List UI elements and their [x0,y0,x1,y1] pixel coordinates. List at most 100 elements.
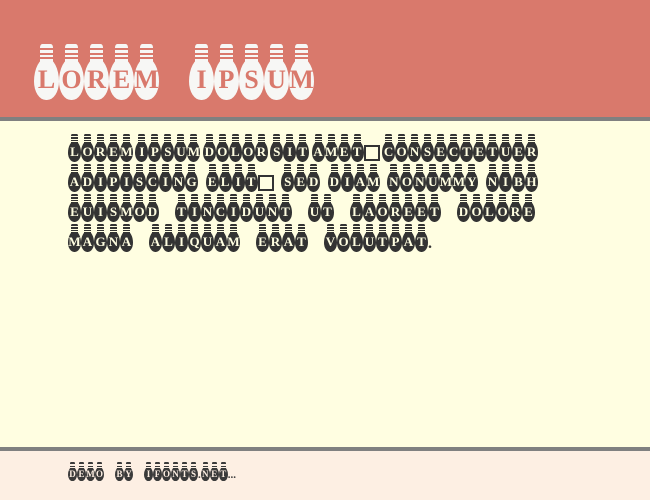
lightbulb-letter-glyph: R [94,134,107,162]
lightbulb-letter-glyph: E [402,194,415,222]
bulb-screw-cap [84,194,91,204]
lightbulb-letter-glyph: T [295,224,308,252]
bulb-letter: U [428,174,438,189]
bulb-screw-cap [282,194,289,204]
bulb-letter: O [162,469,170,479]
bulb-screw-cap [208,164,216,174]
bulb-screw-cap [311,194,318,204]
bulb-screw-cap [123,194,130,204]
bulb-letter: S [273,144,281,159]
bulb-letter: I [196,65,207,94]
bulb-letter: G [95,234,106,249]
bulb-letter: R [510,204,521,219]
lightbulb-letter-glyph: R [509,194,522,222]
bulb-word: LOREM [34,44,159,100]
bulb-letter: A [82,234,93,249]
lightbulb-letter-glyph: U [253,194,266,222]
lightbulb-letter-glyph: I [498,164,512,192]
bulb-screw-cap [298,224,305,234]
bulb-word: VOLUTPAT. [324,224,432,252]
bulb-screw-cap [247,164,255,174]
lightbulb-letter-glyph: O [400,164,414,192]
bulb-letter: E [112,65,131,94]
bulb-screw-cap [324,194,331,204]
bulb-screw-cap [390,164,398,174]
bulb-screw-cap [259,224,266,234]
bulb-letter: S [284,174,292,189]
bulb-screw-cap [136,194,143,204]
bulb-word: LAOREET [350,194,441,222]
bulb-word: IPSUM [189,44,314,100]
bulb-screw-cap [450,134,458,144]
bulb-letter: R [256,144,266,159]
bulb-word: SIT [270,134,310,162]
bulb-screw-cap [151,134,159,144]
bulb-screw-cap [191,462,196,469]
lightbulb-letter-glyph: E [434,134,448,162]
lightbulb-letter-glyph: O [395,134,409,162]
lightbulb-letter-glyph: N [485,164,499,192]
bulb-letter: O [82,144,93,159]
bulb-letter: T [430,204,439,219]
bulb-screw-cap [152,224,159,234]
bulb-screw-cap [177,134,185,144]
lightbulb-letter-glyph: S [281,164,295,192]
lightbulb-letter-glyph: U [363,224,376,252]
bulb-screw-cap [340,224,347,234]
bulb-screw-cap [272,224,279,234]
lightbulb-letter-glyph: D [202,134,216,162]
bulb-screw-cap [178,194,185,204]
lightbulb-letter-glyph: M [324,134,338,162]
bulb-letter: O [497,204,508,219]
bulb-letter: E [70,204,79,219]
bulb-letter: S [190,469,196,479]
bulb-screw-cap [270,44,283,63]
bulb-screw-cap [416,164,424,174]
bulb-screw-cap [70,462,75,469]
lightbulb-letter-glyph: G [185,164,198,192]
bulb-letter: Q [189,234,200,249]
bulb-screw-cap [162,164,169,174]
bulb-letter: N [409,144,420,159]
bulb-letter: I [502,174,508,189]
bulb-screw-cap [398,134,406,144]
lightbulb-letter-glyph: T [350,134,364,162]
bulb-screw-cap [97,194,104,204]
bulb-screw-cap [190,134,198,144]
lightbulb-letter-glyph: O [215,134,229,162]
bulb-letter: T [462,144,471,159]
lightbulb-letter-glyph: U [201,224,214,252]
bulb-screw-cap [512,194,519,204]
bulb-screw-cap [115,44,128,63]
bulb-word: EUISMOD [68,194,159,222]
bulb-screw-cap [234,164,242,174]
bulb-letter: U [82,204,93,219]
bulb-word: BY [115,462,133,481]
lightbulb-letter-glyph: O [376,194,389,222]
lightbulb-letter-glyph: P [148,134,162,162]
bulb-screw-cap [231,134,239,144]
bulb-screw-cap [379,224,386,234]
bulb-screw-cap [437,134,445,144]
bulb-letter: S [244,65,259,94]
lightbulb-letter-glyph: O [496,194,509,222]
lightbulb-letter-glyph: D [68,462,77,481]
bulb-screw-cap [356,164,364,174]
bulb-screw-cap [165,224,172,234]
lightbulb-letter-glyph: T [486,134,500,162]
bulb-screw-cap [405,224,412,234]
bulb-word: NONUMMY [387,164,479,192]
bulb-letter: M [86,469,95,479]
bulb-screw-cap [149,194,156,204]
bulb-letter: S [164,144,172,159]
specimen-body: LOREMIPSUMDOLORSITAMETCONSECTETUERADIPIS… [0,121,650,447]
lightbulb-letter-glyph: M [227,224,240,252]
bulb-screw-cap [123,164,130,174]
lightbulb-letter-glyph: T [279,194,292,222]
bulb-word: ADIPISCING [68,164,198,192]
bulb-letter: T [177,204,186,219]
lightbulb-letter-glyph: A [282,224,295,252]
bulb-screw-cap [188,164,195,174]
bulb-screw-cap [525,194,532,204]
bulb-screw-cap [221,164,229,174]
